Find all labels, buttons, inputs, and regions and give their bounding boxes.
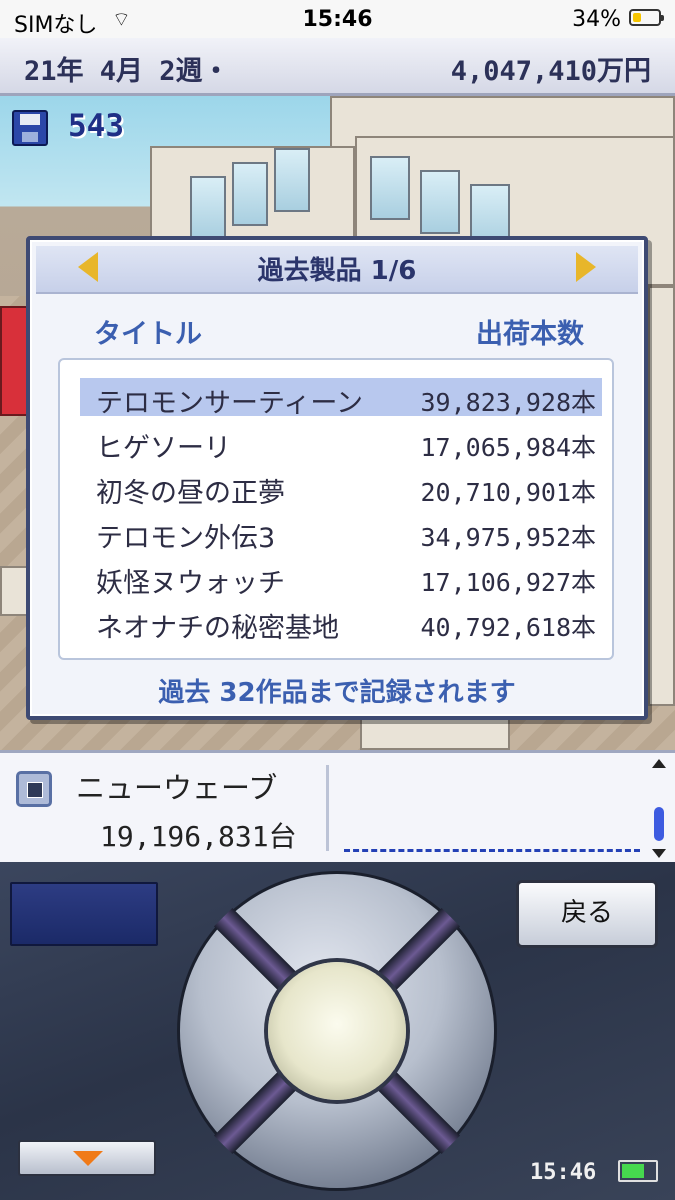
dialog-title: 過去製品 1/6: [257, 256, 417, 286]
save-count: 543: [68, 108, 124, 144]
column-title: タイトル: [94, 319, 202, 350]
product-shipments: 40,792,618本: [420, 613, 596, 642]
sales-trend-line: [344, 849, 640, 852]
scroll-up-arrow-icon[interactable]: [652, 759, 666, 768]
back-button[interactable]: 戻る: [516, 880, 658, 948]
scroll-down-arrow-icon[interactable]: [652, 849, 666, 858]
game-battery-icon: [618, 1160, 658, 1182]
product-title: テロモンサーティーン: [96, 388, 364, 419]
console-icon: [16, 771, 52, 807]
next-page-arrow-icon[interactable]: [576, 252, 596, 282]
product-row[interactable]: ヒゲソーリ 17,065,984本: [80, 423, 602, 464]
product-list: テロモンサーティーン 39,823,928本 ヒゲソーリ 17,065,984本…: [58, 358, 614, 660]
console-units-sold: 19,196,831台: [100, 820, 297, 853]
window: [232, 162, 268, 226]
product-row[interactable]: 初冬の昼の正夢 20,710,901本: [80, 468, 602, 509]
down-arrow-icon: [73, 1151, 103, 1166]
game-clock: 15:46: [530, 1160, 597, 1185]
window: [274, 148, 310, 212]
controller-area: 戻る 15:46: [0, 862, 675, 1200]
product-shipments: 17,106,927本: [420, 568, 596, 597]
product-title: テロモン外伝3: [96, 523, 276, 554]
desk: [360, 716, 510, 750]
panel-divider: [326, 765, 329, 851]
battery-icon: [629, 9, 664, 26]
scrollbar[interactable]: [652, 759, 666, 859]
save-icon: [12, 110, 48, 146]
collapse-button[interactable]: [18, 1140, 156, 1176]
product-row[interactable]: 妖怪ヌウォッチ 17,106,927本: [80, 558, 602, 599]
window: [370, 156, 410, 220]
vending-machine: [0, 306, 28, 416]
product-row[interactable]: テロモンサーティーン 39,823,928本: [80, 378, 602, 419]
product-shipments: 39,823,928本: [420, 388, 596, 417]
funds: 4,047,410万円: [450, 56, 651, 87]
past-products-dialog: 過去製品 1/6 タイトル 出荷本数 テロモンサーティーン 39,823,928…: [26, 236, 648, 720]
column-shipments: 出荷本数: [476, 319, 584, 350]
info-bar: 21年 4月 2週・ 4,047,410万円: [0, 38, 675, 96]
confirm-button[interactable]: [268, 962, 406, 1100]
product-row[interactable]: ネオナチの秘密基地 40,792,618本: [80, 603, 602, 644]
window: [420, 170, 460, 234]
battery-percent: 34%: [572, 7, 621, 32]
status-bar: SIMなし ⌔ 15:46 34%: [0, 0, 675, 38]
product-title: 妖怪ヌウォッチ: [96, 568, 285, 599]
window: [190, 176, 226, 240]
menu-button[interactable]: [10, 882, 158, 946]
product-title: ネオナチの秘密基地: [96, 613, 339, 644]
console-name: ニューウェーブ: [76, 771, 278, 805]
game-date: 21年 4月 2週・: [24, 56, 230, 87]
console-panel[interactable]: ニューウェーブ 19,196,831台: [0, 750, 675, 862]
product-shipments: 34,975,952本: [420, 523, 596, 552]
product-title: 初冬の昼の正夢: [96, 478, 285, 509]
shelf: [648, 286, 675, 706]
scroll-thumb[interactable]: [654, 807, 664, 841]
product-shipments: 17,065,984本: [420, 433, 596, 462]
dialog-footer-note: 過去 32作品まで記録されます: [158, 678, 516, 708]
product-shipments: 20,710,901本: [420, 478, 596, 507]
product-row[interactable]: テロモン外伝3 34,975,952本: [80, 513, 602, 554]
product-title: ヒゲソーリ: [96, 433, 231, 464]
